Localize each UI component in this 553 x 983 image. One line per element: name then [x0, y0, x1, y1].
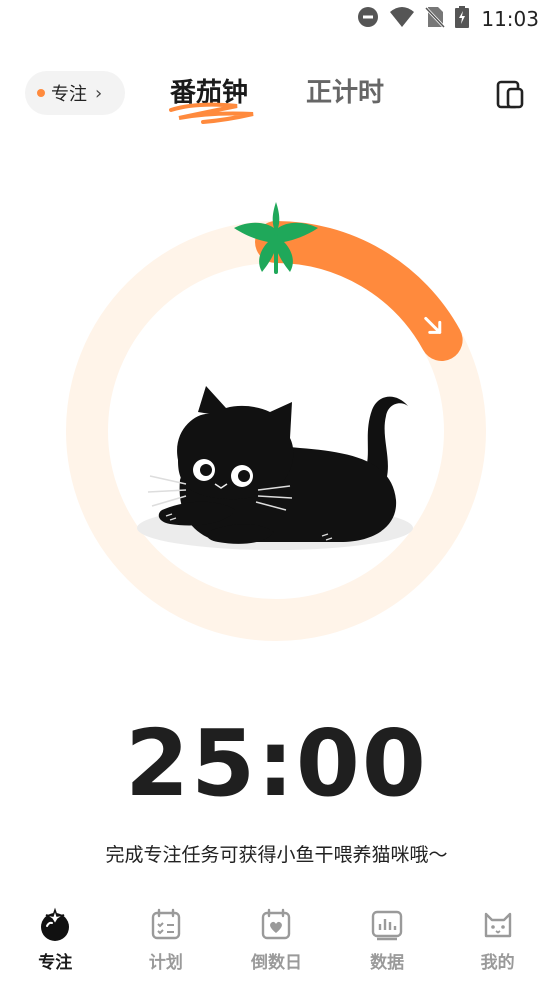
- nav-item-countdown[interactable]: 倒数日: [221, 900, 332, 983]
- mode-selector-chip[interactable]: 专注 ›: [25, 71, 125, 115]
- bottom-navigation: 专注 计划 倒数日 数据 我的: [0, 900, 553, 983]
- layout-switch-button[interactable]: [494, 77, 528, 111]
- wifi-icon: [389, 6, 415, 32]
- layout-switch-icon: [496, 80, 524, 109]
- nav-label: 计划: [148, 953, 183, 973]
- status-time: 11:03: [481, 7, 539, 31]
- calendar-checklist-icon: [151, 908, 181, 940]
- no-sim-icon: [425, 6, 446, 32]
- cat-face-icon: [484, 912, 511, 938]
- nav-label: 倒数日: [250, 953, 302, 973]
- timer-display: 25:00: [125, 710, 428, 817]
- mode-dot: [37, 89, 45, 97]
- nav-item-me[interactable]: 我的: [442, 900, 553, 983]
- chevron-right-icon: ›: [95, 82, 103, 104]
- black-cat-illustration: [137, 386, 413, 550]
- bar-chart-icon: [371, 910, 403, 941]
- nav-item-plan[interactable]: 计划: [111, 900, 222, 983]
- tomato-icon: [41, 907, 70, 941]
- nav-label: 我的: [480, 953, 515, 973]
- progress-arc: [255, 221, 463, 361]
- timer-ring[interactable]: [0, 180, 553, 660]
- timer-hint-text: 完成专注任务可获得小鱼干喂养猫咪哦～: [105, 844, 448, 866]
- nav-label: 数据: [370, 953, 405, 973]
- status-bar: 11:03: [0, 0, 553, 40]
- calendar-heart-icon: [262, 908, 291, 940]
- tab-stopwatch[interactable]: 正计时: [306, 72, 384, 109]
- nav-item-focus[interactable]: 专注: [0, 900, 111, 983]
- active-tab-underline: [169, 102, 254, 124]
- nav-label: 专注: [38, 953, 73, 973]
- mode-label: 专注: [51, 84, 87, 105]
- nav-item-stats[interactable]: 数据: [332, 900, 443, 983]
- battery-charging-icon: [455, 6, 470, 32]
- do-not-disturb-icon: [357, 6, 379, 32]
